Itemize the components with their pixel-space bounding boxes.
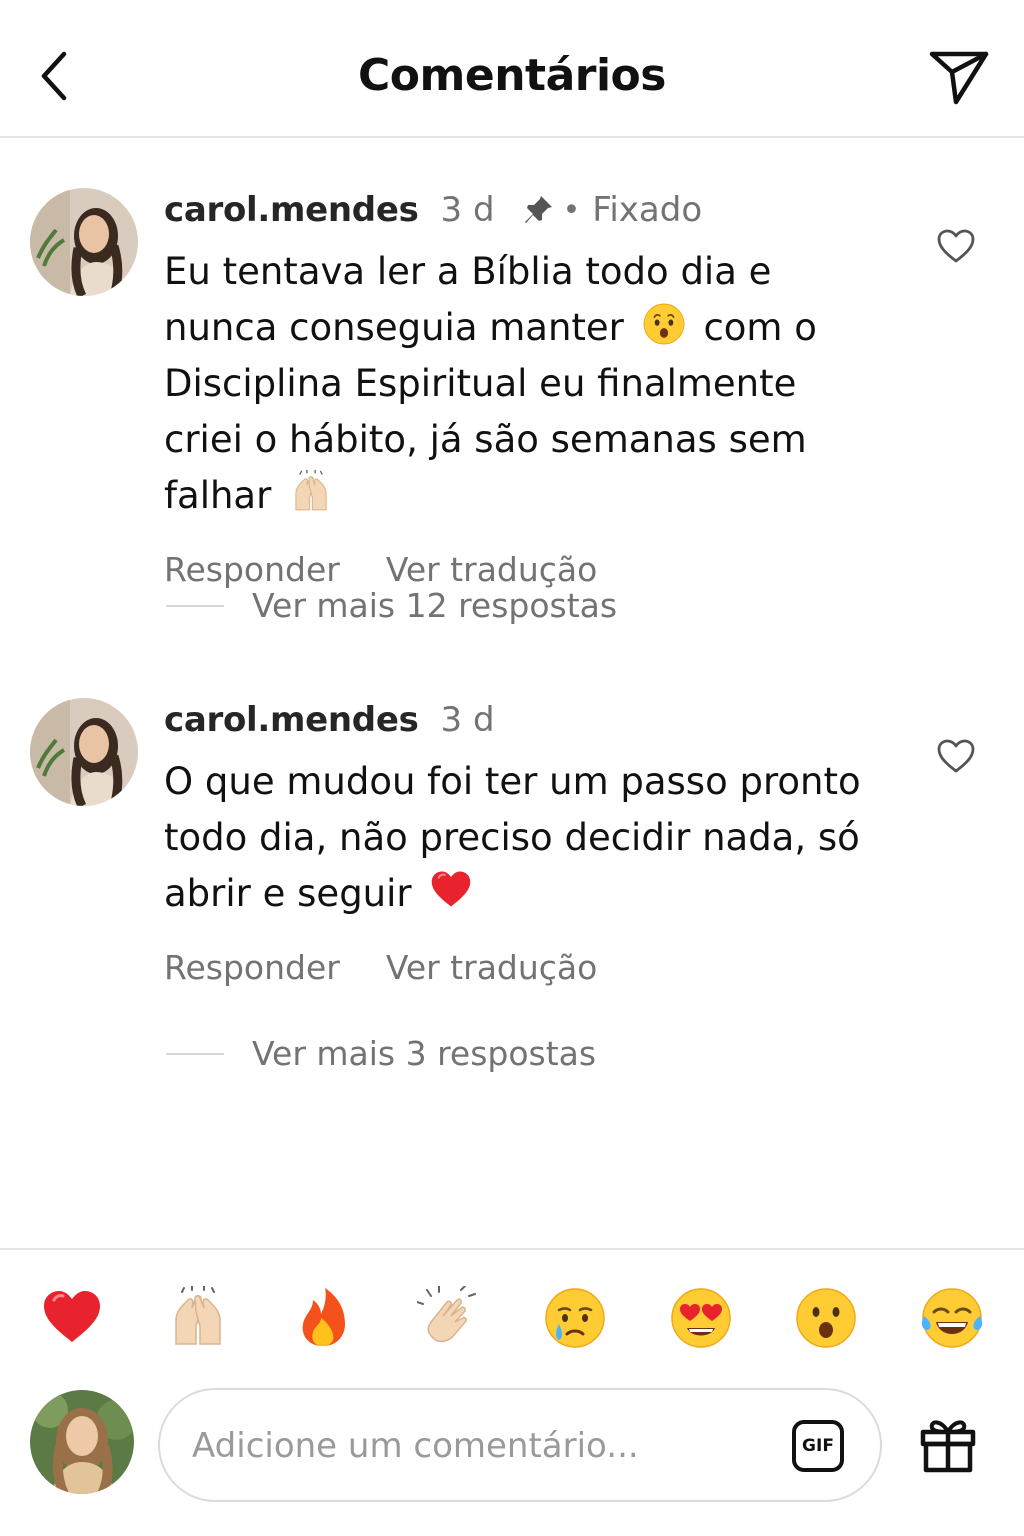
view-more-replies-label: Ver mais 12 respostas — [252, 586, 618, 625]
like-heart-icon[interactable] — [936, 228, 976, 264]
comment-content: carol.mendes 3 d O que mudou foi ter um … — [164, 698, 864, 987]
avatar[interactable] — [30, 698, 138, 806]
thread-line — [166, 604, 224, 607]
current-user-avatar[interactable] — [30, 1390, 134, 1494]
like-heart-icon[interactable] — [936, 738, 976, 774]
comment-timestamp: 3 d — [440, 190, 495, 230]
comment-username[interactable]: carol.mendes — [164, 700, 419, 740]
avatar[interactable] — [30, 188, 138, 296]
comment-timestamp: 3 d — [440, 700, 495, 740]
comment-actions: Responder Ver tradução — [164, 948, 864, 987]
paper-plane-icon — [929, 51, 989, 105]
gift-icon[interactable] — [920, 1414, 976, 1474]
comment-composer: GIF — [158, 1388, 882, 1502]
thread-line — [166, 1052, 224, 1055]
view-more-replies-label: Ver mais 3 respostas — [252, 1034, 597, 1073]
gif-button[interactable]: GIF — [792, 1420, 844, 1472]
comment-text-part: O que mudou foi ter um passo pronto todo… — [164, 760, 861, 915]
quick-reactions — [40, 1286, 984, 1350]
clapping-hands-icon[interactable] — [417, 1286, 481, 1350]
fire-icon[interactable] — [291, 1286, 355, 1350]
comment-meta: carol.mendes 3 d — [164, 698, 864, 742]
share-button[interactable] — [928, 46, 990, 108]
reply-button[interactable]: Responder — [164, 550, 340, 589]
view-more-replies-button[interactable]: Ver mais 3 respostas — [166, 1034, 596, 1073]
heart-eyes-icon[interactable] — [669, 1286, 733, 1350]
page-title: Comentários — [358, 50, 666, 101]
crying-face-icon[interactable] — [543, 1286, 607, 1350]
pin-separator: • — [562, 192, 581, 228]
translate-button[interactable]: Ver tradução — [386, 948, 598, 987]
red-heart-icon[interactable] — [40, 1286, 104, 1350]
comment-text: O que mudou foi ter um passo pronto todo… — [164, 754, 864, 922]
pinned-label: Fixado — [592, 190, 703, 230]
hushed-face-icon — [643, 303, 685, 345]
raising-hands-icon[interactable] — [166, 1286, 230, 1350]
red-heart-icon — [431, 870, 472, 908]
translate-button[interactable]: Ver tradução — [386, 550, 598, 589]
comment-input[interactable] — [192, 1418, 752, 1474]
comment-text: Eu tentava ler a Bíblia todo dia e nunca… — [164, 244, 864, 524]
tears-of-joy-icon[interactable] — [920, 1286, 984, 1350]
quick-reactions-bar — [0, 1248, 1024, 1384]
comment-username[interactable]: carol.mendes — [164, 190, 419, 230]
comment-meta: carol.mendes 3 d • Fixado — [164, 188, 864, 232]
view-more-replies-button[interactable]: Ver mais 12 respostas — [166, 586, 617, 625]
comment-content: carol.mendes 3 d • Fixado Eu tentava ler… — [164, 188, 864, 589]
comment-actions: Responder Ver tradução — [164, 550, 864, 589]
top-bar: Comentários — [0, 0, 1024, 138]
reply-button[interactable]: Responder — [164, 948, 340, 987]
surprised-face-icon[interactable] — [794, 1286, 858, 1350]
raising-hands-icon — [295, 470, 327, 511]
pin-icon — [524, 196, 552, 223]
